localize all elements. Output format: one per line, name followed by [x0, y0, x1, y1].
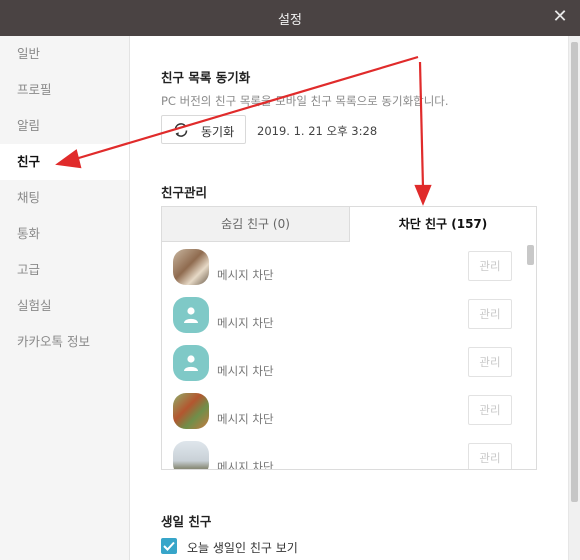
person-icon: [184, 307, 198, 323]
avatar: [173, 297, 209, 333]
sync-button[interactable]: 동기화: [161, 115, 246, 144]
tab-blocked-friends[interactable]: 차단 친구 (157): [350, 207, 536, 242]
manage-button[interactable]: 관리: [468, 443, 512, 469]
manage-button[interactable]: 관리: [468, 395, 512, 425]
sidebar-item-lab[interactable]: 실험실: [0, 288, 129, 324]
list-item: 메시지 차단 관리: [162, 291, 522, 339]
friend-status: 메시지 차단: [217, 364, 274, 378]
checkmark-icon: [163, 541, 175, 551]
sidebar-item-about[interactable]: 카카오톡 정보: [0, 324, 129, 360]
sync-description: PC 버전의 친구 목록을 모바일 친구 목록으로 동기화합니다.: [161, 94, 449, 108]
sidebar-item-friends[interactable]: 친구: [0, 144, 129, 180]
window-scrollbar[interactable]: [568, 36, 580, 560]
settings-sidebar: 일반 프로필 알림 친구 채팅 통화 고급 실험실 카카오톡 정보: [0, 36, 130, 560]
friend-status: 메시지 차단: [217, 412, 274, 426]
avatar: [173, 249, 209, 285]
birthday-checkbox-label: 오늘 생일인 친구 보기: [187, 541, 298, 555]
sidebar-item-general[interactable]: 일반: [0, 36, 129, 72]
friend-status: 메시지 차단: [217, 268, 274, 282]
friend-manage-heading: 친구관리: [161, 185, 208, 200]
list-scrollbar-thumb[interactable]: [527, 245, 534, 265]
window-scrollbar-thumb[interactable]: [571, 42, 578, 502]
sync-heading: 친구 목록 동기화: [161, 70, 251, 85]
avatar: [173, 441, 209, 469]
friend-manage-panel: 숨김 친구 (0) 차단 친구 (157) 메시지 차단 관리 메시지 차단 관…: [161, 206, 537, 470]
last-synced-time: 2019. 1. 21 오후 3:28: [257, 124, 378, 138]
avatar: [173, 345, 209, 381]
sidebar-item-call[interactable]: 통화: [0, 216, 129, 252]
manage-button[interactable]: 관리: [468, 251, 512, 281]
list-scrollbar[interactable]: [524, 243, 536, 469]
person-icon: [184, 355, 198, 371]
manage-button[interactable]: 관리: [468, 299, 512, 329]
list-item: 메시지 차단 관리: [162, 243, 522, 291]
manage-button[interactable]: 관리: [468, 347, 512, 377]
friend-status: 메시지 차단: [217, 460, 274, 469]
settings-content: 친구 목록 동기화 PC 버전의 친구 목록을 모바일 친구 목록으로 동기화합…: [131, 36, 568, 560]
list-item: 메시지 차단 관리: [162, 339, 522, 387]
tab-hidden-friends[interactable]: 숨김 친구 (0): [162, 207, 350, 242]
friend-status: 메시지 차단: [217, 316, 274, 330]
blocked-friends-list: 메시지 차단 관리 메시지 차단 관리 메시지 차단 관리 메시지 차단 관리 …: [162, 243, 536, 469]
birthday-checkbox[interactable]: [161, 538, 177, 554]
close-icon[interactable]: ✕: [550, 7, 570, 27]
sidebar-item-chat[interactable]: 채팅: [0, 180, 129, 216]
list-item: 메시지 차단 관리: [162, 435, 522, 469]
birthday-heading: 생일 친구: [161, 514, 212, 529]
refresh-icon: [174, 123, 188, 137]
title-bar: 설정 ✕: [0, 0, 580, 36]
sync-button-label: 동기화: [201, 125, 235, 139]
avatar: [173, 393, 209, 429]
sidebar-item-profile[interactable]: 프로필: [0, 72, 129, 108]
window-title: 설정: [278, 13, 302, 28]
list-item: 메시지 차단 관리: [162, 387, 522, 435]
sidebar-item-advanced[interactable]: 고급: [0, 252, 129, 288]
sidebar-item-notifications[interactable]: 알림: [0, 108, 129, 144]
